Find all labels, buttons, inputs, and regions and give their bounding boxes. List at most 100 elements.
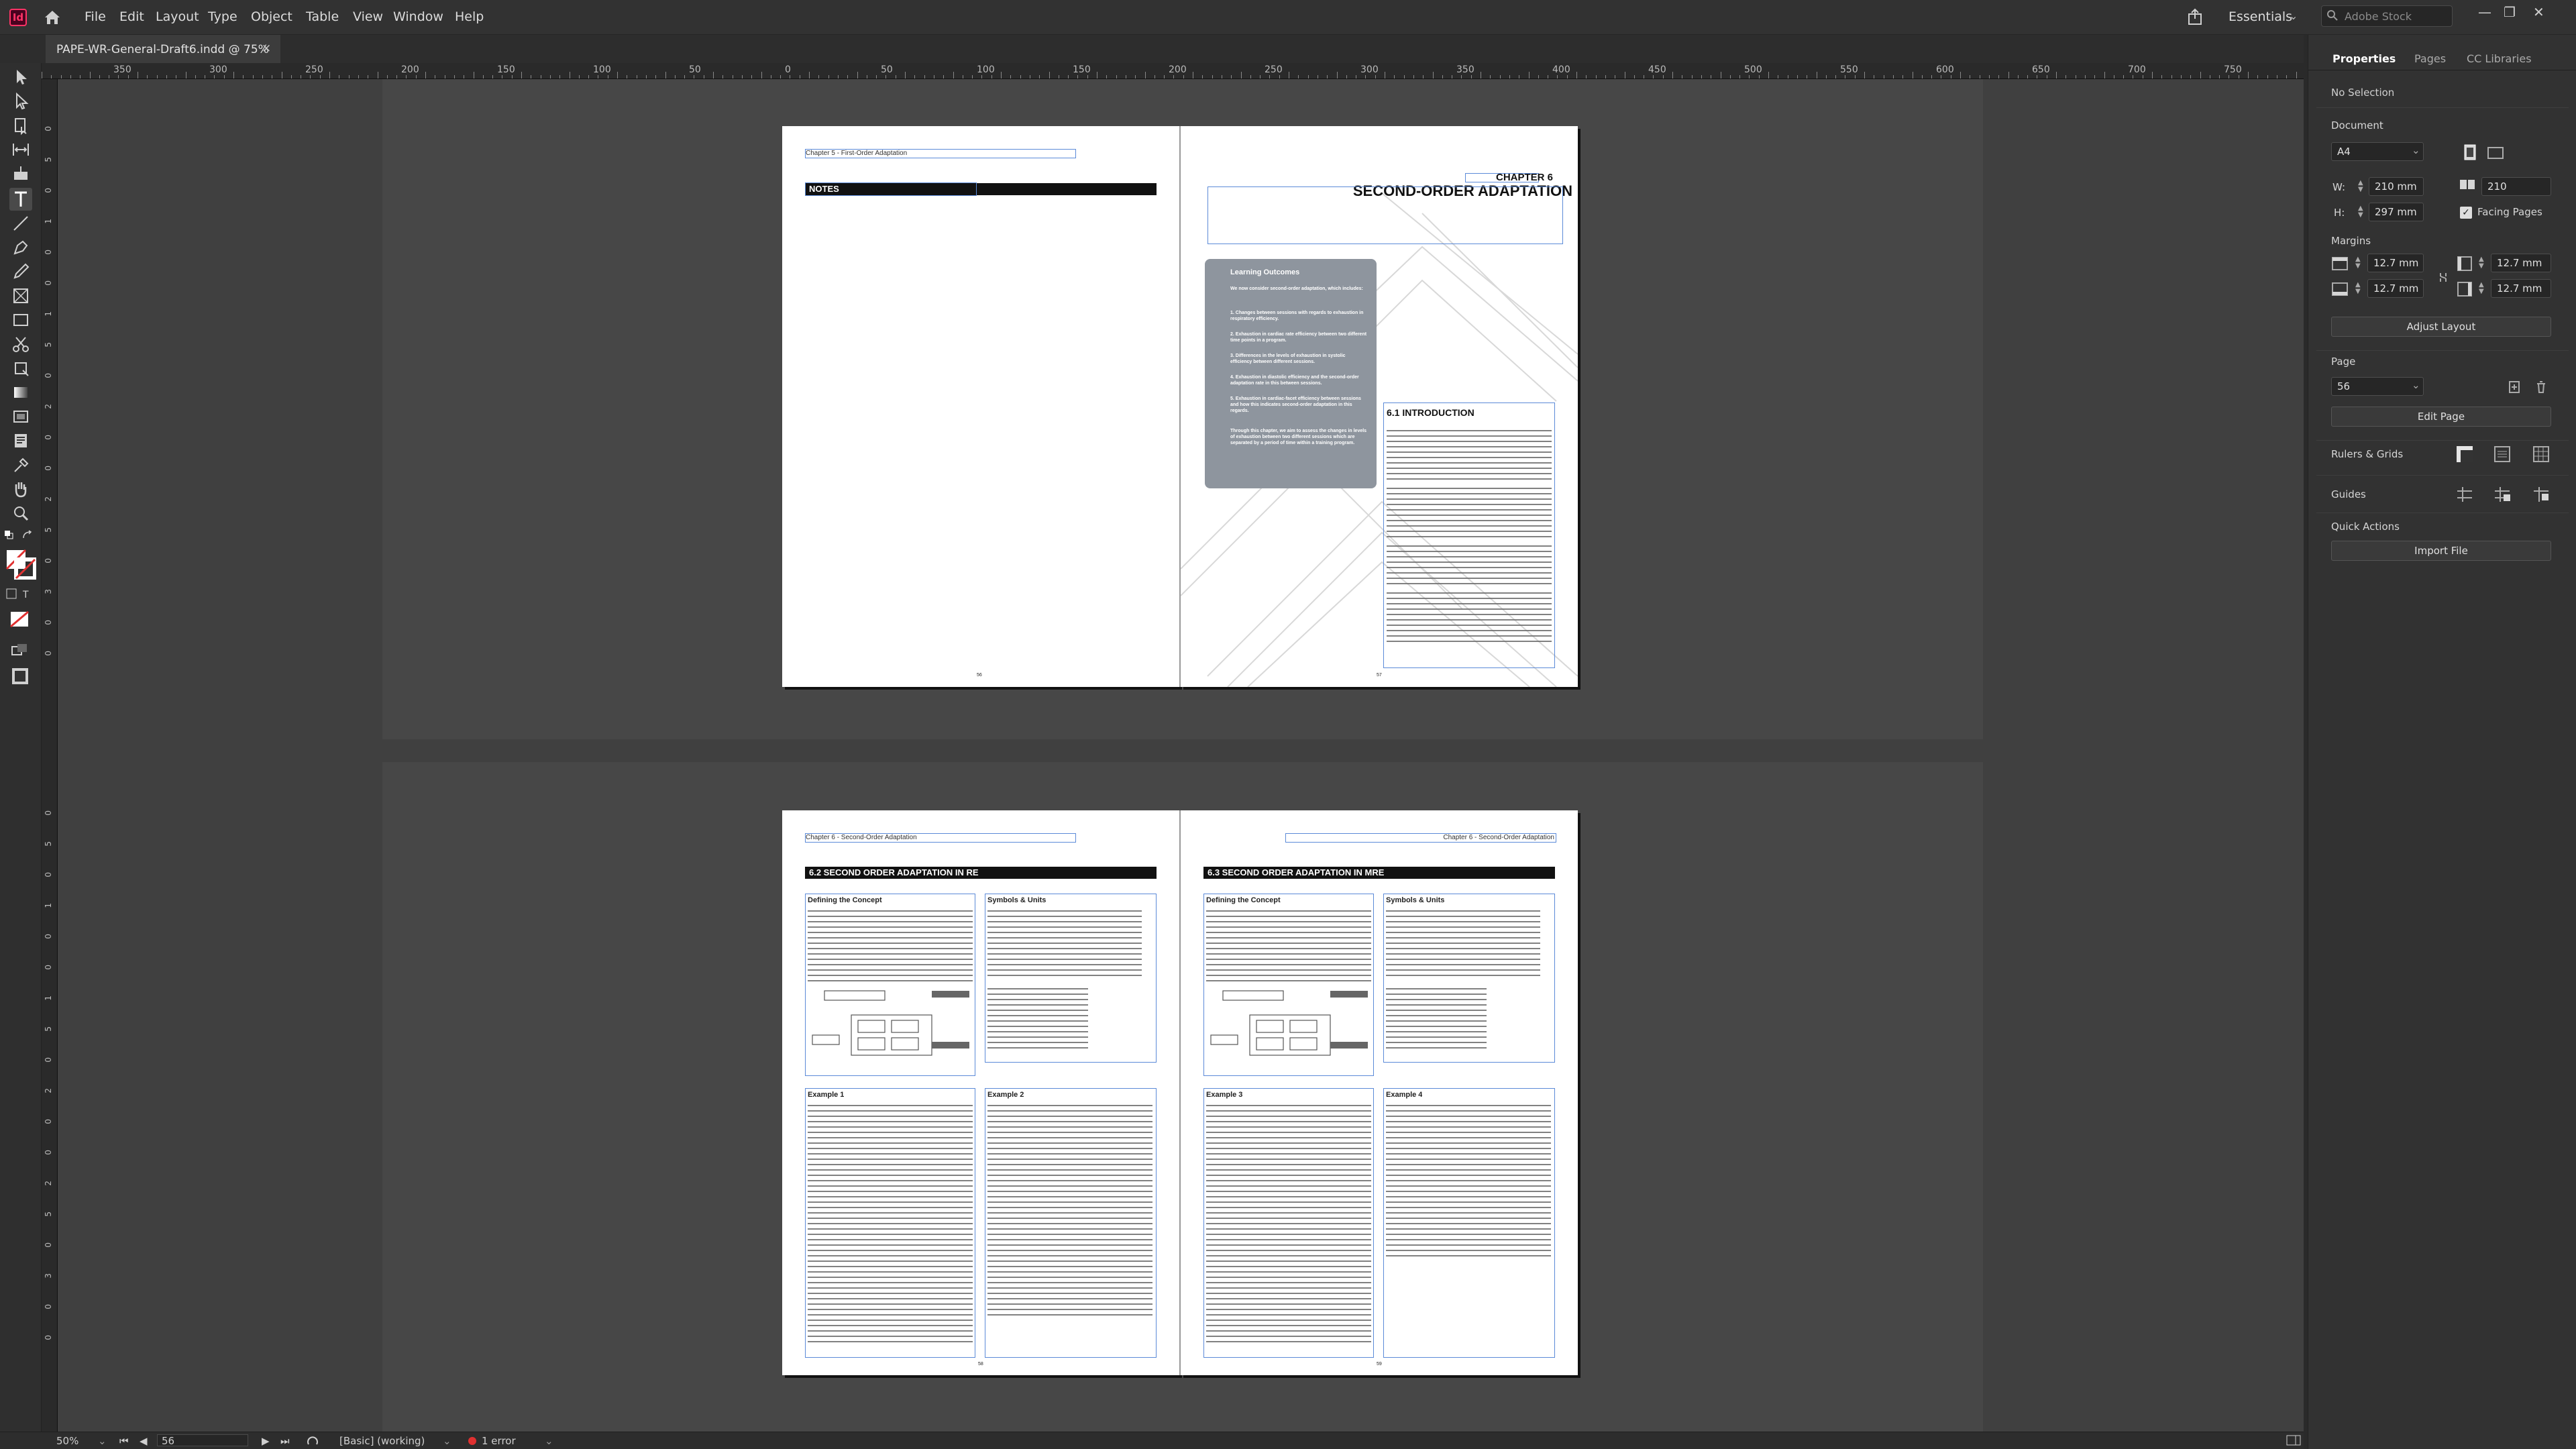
direct-selection-tool-icon[interactable] [9,90,32,113]
formatting-container-icon[interactable]: T [5,588,36,600]
document-canvas[interactable]: Chapter 5 - First-Order Adaptation NOTES… [58,79,2304,1432]
document-preset-select[interactable]: A4 [2331,142,2424,161]
vertical-ruler[interactable]: 0 5 0 1 0 0 1 5 0 2 0 0 2 5 0 3 0 0 0 5 0 1 0 0 1 5 0 2 0 0 2 5 0 3 0 0 [42,79,58,1432]
home-icon[interactable] [42,7,63,28]
gap-tool-icon[interactable] [9,138,32,161]
tab-cc-libraries[interactable]: CC Libraries [2467,52,2532,65]
note-tool-icon[interactable] [9,429,32,452]
document-grid-icon[interactable] [2531,444,2551,464]
menu-view[interactable]: View [353,9,383,24]
swap-colors-icon[interactable] [21,530,36,541]
apply-none-icon[interactable] [9,609,31,629]
learning-outcomes-box[interactable]: Learning Outcomes We now consider second… [1205,259,1377,488]
width-field[interactable]: 210 mm [2369,177,2424,196]
import-file-button[interactable]: Import File [2331,541,2551,561]
chevron-down-icon[interactable]: ⌄ [2412,379,2420,391]
example-4-box[interactable]: Example 4 [1383,1088,1555,1358]
preflight-profile[interactable]: [Basic] (working) [339,1435,425,1447]
notes-frame[interactable] [805,182,977,196]
pages-count-field[interactable]: 210 [2481,177,2551,196]
gradient-feather-tool-icon[interactable] [9,405,32,428]
first-page-icon[interactable]: ⏮ [119,1435,129,1447]
menu-object[interactable]: Object [251,9,292,24]
next-page-icon[interactable]: ▶ [262,1435,270,1447]
selection-tool-icon[interactable] [9,66,32,89]
menu-table[interactable]: Table [306,9,339,24]
panel-toggle-icon[interactable] [2286,1435,2301,1446]
ruler-icon[interactable] [2455,444,2475,464]
landscape-orientation-icon[interactable] [2485,142,2506,162]
symbols-box[interactable]: Symbols & Units [1383,894,1555,1063]
guides-visibility-icon[interactable] [2455,484,2475,504]
last-page-icon[interactable]: ⏭ [280,1435,290,1447]
page-tool-icon[interactable] [9,114,32,137]
concept-box[interactable]: Defining the Concept [805,894,975,1076]
page-57[interactable]: CHAPTER 6 SECOND-ORDER ADAPTATION Learni… [1181,126,1578,687]
height-field[interactable]: 297 mm [2369,203,2424,221]
margin-top-field[interactable]: 12.7 mm [2367,254,2424,272]
chevron-down-icon[interactable]: ⌄ [443,1435,451,1447]
free-transform-tool-icon[interactable] [9,357,32,380]
height-stepper-icon[interactable]: ▲ ▼ [2358,205,2363,219]
example-1-box[interactable]: Example 1 [805,1088,975,1358]
baseline-grid-icon[interactable] [2492,444,2512,464]
page-number-field[interactable]: 56 [157,1434,248,1447]
margin-bottom-field[interactable]: 12.7 mm [2367,279,2424,298]
rectangle-frame-tool-icon[interactable] [9,284,32,307]
page-select[interactable]: 56 [2331,377,2424,396]
margin-bottom-stepper-icon[interactable]: ▲ ▼ [2355,282,2361,295]
restore-button[interactable]: ❐ [2504,4,2516,20]
document-tab[interactable]: PAPE-WR-General-Draft6.indd @ 75% [46,35,280,63]
smart-guides-icon[interactable] [2531,484,2551,504]
page-59[interactable]: Chapter 6 - Second-Order Adaptation 6.3 … [1181,810,1578,1375]
introduction-frame[interactable]: 6.1 INTRODUCTION [1383,402,1555,668]
tab-properties[interactable]: Properties [2332,52,2396,65]
tab-pages[interactable]: Pages [2414,52,2446,65]
running-header-frame[interactable]: Chapter 5 - First-Order Adaptation [805,149,1076,158]
menu-type[interactable]: Type [208,9,237,24]
pen-tool-icon[interactable] [9,236,32,259]
menu-window[interactable]: Window [393,9,443,24]
fill-stroke-swatch[interactable] [5,549,37,580]
content-collector-icon[interactable] [9,162,32,185]
chevron-down-icon[interactable]: ⌄ [545,1435,553,1447]
page-58[interactable]: Chapter 6 - Second-Order Adaptation 6.2 … [782,810,1179,1375]
scissors-tool-icon[interactable] [9,333,32,356]
menu-file[interactable]: File [85,9,106,24]
example-3-box[interactable]: Example 3 [1203,1088,1374,1358]
margin-outside-field[interactable]: 12.7 mm [2491,279,2551,298]
width-stepper-icon[interactable]: ▲ ▼ [2358,180,2363,193]
running-header-frame[interactable]: Chapter 6 - Second-Order Adaptation [1285,833,1556,843]
open-page-icon[interactable] [306,1435,322,1447]
chevron-down-icon[interactable]: ⌄ [98,1435,107,1447]
edit-page-button[interactable]: Edit Page [2331,407,2551,427]
zoom-tool-icon[interactable] [9,502,32,525]
concept-box[interactable]: Defining the Concept [1203,894,1374,1076]
margin-outside-stepper-icon[interactable]: ▲ ▼ [2479,282,2484,295]
screen-mode-icon[interactable] [9,665,31,687]
page-56[interactable]: Chapter 5 - First-Order Adaptation NOTES… [782,126,1179,687]
running-header-frame[interactable]: Chapter 6 - Second-Order Adaptation [805,833,1076,843]
example-2-box[interactable]: Example 2 [985,1088,1157,1358]
type-tool-icon[interactable] [9,188,32,211]
close-window-button[interactable]: ✕ [2533,4,2544,20]
chapter-title-frame[interactable] [1208,186,1563,244]
chevron-down-icon[interactable]: ⌄ [2289,9,2298,22]
hand-tool-icon[interactable] [9,478,32,500]
adobe-stock-search[interactable]: Adobe Stock [2321,5,2453,27]
facing-pages-checkbox[interactable]: ✓ [2460,207,2472,219]
symbols-box[interactable]: Symbols & Units [985,894,1157,1063]
line-tool-icon[interactable] [9,212,32,235]
close-icon[interactable]: × [262,42,271,55]
zoom-level[interactable]: 50% [56,1435,78,1447]
margin-inside-stepper-icon[interactable]: ▲ ▼ [2479,256,2484,270]
preflight-errors[interactable]: 1 error [482,1435,516,1447]
menu-edit[interactable]: Edit [119,9,144,24]
eyedropper-tool-icon[interactable] [9,453,32,476]
workspace-switcher[interactable]: Essentials [2229,9,2292,24]
minimize-button[interactable]: — [2478,4,2491,20]
normal-view-icon[interactable] [9,643,31,659]
portrait-orientation-icon[interactable] [2460,142,2480,162]
lock-guides-icon[interactable] [2492,484,2512,504]
add-page-icon[interactable] [2504,377,2524,397]
